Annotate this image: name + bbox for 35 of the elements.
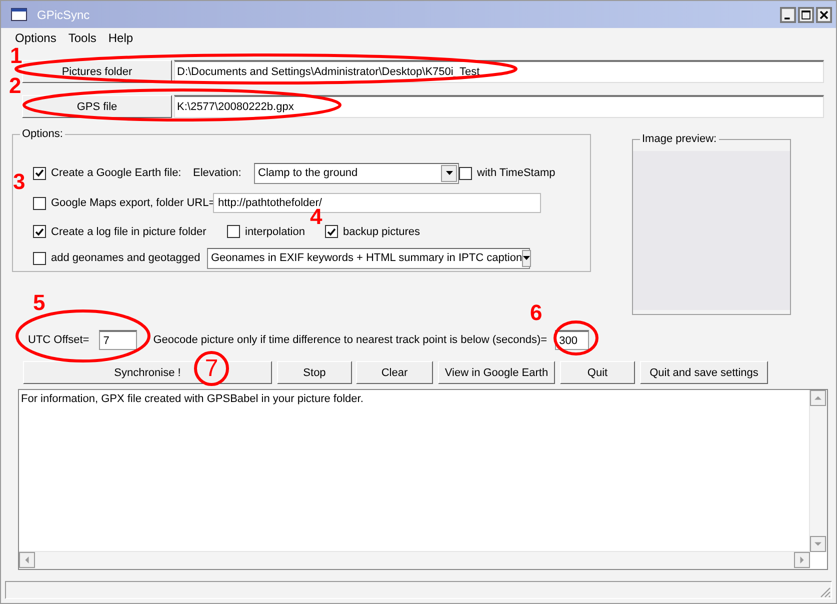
step-number: 2: [9, 75, 22, 97]
menu-item[interactable]: Tools: [62, 31, 102, 45]
path-field[interactable]: D:\Documents and Settings\Administrator\Desktop\K750i_Test: [174, 60, 824, 83]
checkbox[interactable]: Create a log file in picture folder: [33, 225, 206, 238]
menu-item[interactable]: Options: [9, 31, 62, 45]
path-field[interactable]: K:\2577\20080222b.gpx: [174, 95, 824, 118]
dropdown[interactable]: Clamp to the ground: [254, 162, 459, 184]
menu-item[interactable]: Help: [102, 31, 140, 45]
action-button[interactable]: Quit and save settings: [640, 361, 768, 384]
action-button[interactable]: Clear: [356, 361, 433, 384]
log-text: For information, GPX file created with GPSBabel in your picture folder.: [21, 393, 364, 405]
step-number: 3: [13, 171, 26, 193]
checkbox[interactable]: with TimeStamp: [459, 166, 556, 180]
checkbox[interactable]: Create a Google Earth file:: [33, 166, 182, 180]
action-button[interactable]: Quit: [560, 361, 635, 384]
input-field[interactable]: 300: [555, 330, 590, 350]
checkbox[interactable]: Google Maps export, folder URL=: [33, 196, 216, 210]
field-label: UTC Offset=: [28, 334, 90, 346]
action-button[interactable]: Stop: [277, 361, 352, 384]
step-number: 1: [10, 45, 22, 67]
step-number: 7: [194, 351, 229, 386]
step-number: 5: [33, 292, 46, 314]
checkbox[interactable]: add geonames and geotagged: [33, 252, 200, 264]
group-title: Image preview:: [640, 133, 719, 146]
log-area[interactable]: For information, GPX file created with GPSBabel in your picture folder.: [18, 389, 828, 570]
dropdown[interactable]: Geonames in EXIF keywords + HTML summary in IPTC caption: [207, 248, 530, 268]
window-title: GPicSync: [37, 8, 90, 22]
checkbox[interactable]: interpolation: [227, 225, 305, 238]
group-title: Options:: [20, 128, 65, 141]
field-label: Elevation:: [193, 167, 242, 179]
field-label: Geocode picture only if time difference to nearest track point is below (seconds)=: [153, 334, 548, 346]
input-field[interactable]: 7: [99, 330, 138, 350]
checkbox[interactable]: backup pictures: [325, 225, 420, 238]
action-button[interactable]: View in Google Earth: [438, 361, 555, 384]
step-number: 6: [530, 302, 542, 324]
